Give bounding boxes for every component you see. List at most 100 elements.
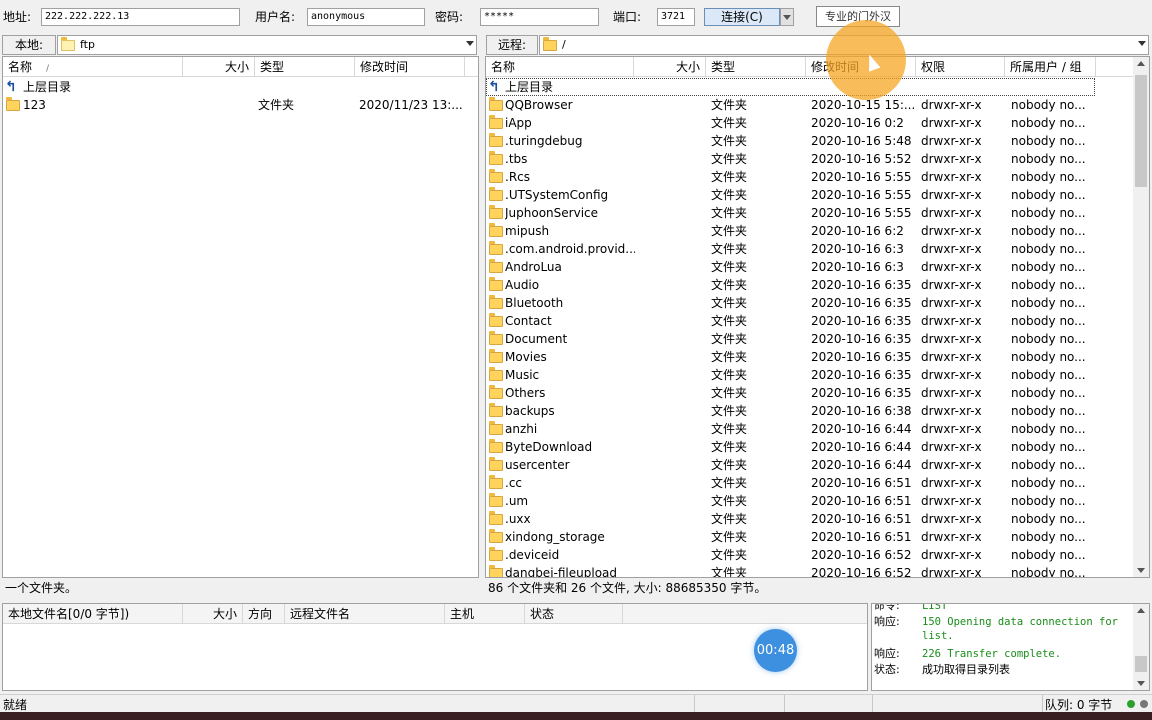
queue-col-size[interactable]: 大小 (183, 604, 243, 624)
remote-item-owner: nobody no... (1011, 260, 1086, 274)
remote-list-item[interactable]: ByteDownload 文件夹 2020-10-16 6:44 drwxr-xr-x… (486, 438, 1134, 456)
remote-list-item[interactable]: Movies 文件夹 2020-10-16 6:35 drwxr-xr-x nobody… (486, 348, 1134, 366)
remote-item-type: 文件夹 (711, 350, 748, 364)
address-input[interactable]: 222.222.222.13 (41, 8, 240, 26)
queue-col-local-file[interactable]: 本地文件名[0/0 字节]) (3, 604, 183, 624)
remote-item-modified: 2020-10-16 5:52 (811, 152, 912, 166)
remote-item-type: 文件夹 (711, 386, 748, 400)
local-col-type[interactable]: 类型 (255, 57, 355, 77)
remote-list-item[interactable]: usercenter 文件夹 2020-10-16 6:44 drwxr-xr-x no… (486, 456, 1134, 474)
remote-item-type: 文件夹 (711, 566, 748, 578)
remote-item-name: anzhi (505, 422, 538, 436)
remote-list-item[interactable]: Document 文件夹 2020-10-16 6:35 drwxr-xr-x nobo… (486, 330, 1134, 348)
remote-list-item[interactable]: dangbei-fileupload 文件夹 2020-10-16 6:52 drwx… (486, 564, 1134, 578)
remote-list-item[interactable]: .deviceid 文件夹 2020-10-16 6:52 drwxr-xr-x nob… (486, 546, 1134, 564)
log-scrollbar[interactable] (1133, 604, 1149, 690)
remote-list-item[interactable]: .UTSystemConfig 文件夹 2020-10-16 5:55 drwxr-x… (486, 186, 1134, 204)
queue-col-direction[interactable]: 方向 (243, 604, 285, 624)
remote-list-item[interactable]: backups 文件夹 2020-10-16 6:38 drwxr-xr-x nobod… (486, 402, 1134, 420)
folder-icon (489, 529, 503, 543)
remote-list-item[interactable]: Music 文件夹 2020-10-16 6:35 drwxr-xr-x nobody … (486, 366, 1134, 384)
remote-list-item[interactable]: anzhi 文件夹 2020-10-16 6:44 drwxr-xr-x nobody … (486, 420, 1134, 438)
password-input[interactable]: ***** (480, 8, 599, 26)
remote-item-permissions: drwxr-xr-x (921, 98, 982, 112)
local-item-name: 123 (23, 98, 46, 112)
remote-list-item[interactable]: .uxx 文件夹 2020-10-16 6:51 drwxr-xr-x nobody n… (486, 510, 1134, 528)
remote-item-modified: 2020-10-16 6:3 (811, 260, 904, 274)
remote-up-dir-row[interactable]: ↰ 上层目录 (486, 78, 1095, 96)
remote-list-item[interactable]: xindong_storage 文件夹 2020-10-16 6:51 drwxr-x… (486, 528, 1134, 546)
log-tag: 状态: (874, 663, 900, 676)
remote-item-owner: nobody no... (1011, 530, 1086, 544)
connect-dropdown-button[interactable] (780, 8, 794, 26)
remote-item-owner: nobody no... (1011, 224, 1086, 238)
scroll-up-icon[interactable] (1137, 61, 1145, 66)
remote-item-type: 文件夹 (711, 98, 748, 112)
remote-item-name: Music (505, 368, 540, 382)
folder-icon (6, 97, 20, 111)
log-line: 响应: 226 Transfer complete. (874, 645, 1061, 661)
remote-list-item[interactable]: .com.android.provid... 文件夹 2020-10-16 6:3 d… (486, 240, 1134, 258)
remote-scroll-thumb[interactable] (1135, 75, 1147, 187)
remote-list-item[interactable]: Others 文件夹 2020-10-16 6:35 drwxr-xr-x nobody… (486, 384, 1134, 402)
queue-col-status[interactable]: 状态 (525, 604, 623, 624)
username-input[interactable]: anonymous (307, 8, 425, 26)
folder-icon (489, 457, 503, 471)
folder-icon (543, 37, 557, 51)
remote-col-owner[interactable]: 所属用户 / 组 (1005, 57, 1096, 77)
folder-icon (489, 169, 503, 183)
local-col-modified[interactable]: 修改时间 (355, 57, 465, 77)
transfer-queue[interactable]: 本地文件名[0/0 字节]) 大小 方向 远程文件名 主机 状态 (2, 603, 868, 691)
status-cell (784, 695, 872, 713)
remote-item-owner: nobody no... (1011, 494, 1086, 508)
remote-list-item[interactable]: .turingdebug 文件夹 2020-10-16 5:48 drwxr-xr-x… (486, 132, 1134, 150)
connect-button[interactable]: 连接(C) (704, 8, 780, 26)
remote-file-list[interactable]: 名称 大小 类型 修改时间 权限 所属用户 / 组 ↰ 上层目录 QQBrows… (485, 56, 1150, 578)
remote-item-permissions: drwxr-xr-x (921, 170, 982, 184)
folder-icon (489, 187, 503, 201)
local-list-item[interactable]: 123 文件夹 2020/11/23 13:... (3, 96, 478, 114)
folder-icon (489, 367, 503, 381)
queue-col-host[interactable]: 主机 (445, 604, 525, 624)
local-col-size[interactable]: 大小 (183, 57, 255, 77)
remote-list-item[interactable]: Audio 文件夹 2020-10-16 6:35 drwxr-xr-x nobody … (486, 276, 1134, 294)
remote-item-permissions: drwxr-xr-x (921, 476, 982, 490)
port-input[interactable]: 3721 (657, 8, 695, 26)
local-col-name[interactable]: 名称 / (3, 57, 183, 77)
remote-item-modified: 2020-10-16 6:35 (811, 350, 912, 364)
remote-col-size[interactable]: 大小 (634, 57, 706, 77)
remote-col-permissions[interactable]: 权限 (916, 57, 1005, 77)
remote-item-modified: 2020-10-16 6:3 (811, 242, 904, 256)
scroll-up-icon[interactable] (1137, 608, 1145, 613)
folder-icon (489, 331, 503, 345)
local-up-dir-row[interactable]: ↰ 上层目录 (3, 78, 478, 96)
remote-list-item[interactable]: AndroLua 文件夹 2020-10-16 6:3 drwxr-xr-x nobod… (486, 258, 1134, 276)
remote-list-item[interactable]: .um 文件夹 2020-10-16 6:51 drwxr-xr-x nobody no… (486, 492, 1134, 510)
queue-col-remote-file[interactable]: 远程文件名 (285, 604, 445, 624)
remote-list-item[interactable]: mipush 文件夹 2020-10-16 6:2 drwxr-xr-x nobody … (486, 222, 1134, 240)
local-list-header: 名称 / 大小 类型 修改时间 (3, 57, 478, 77)
remote-list-item[interactable]: .tbs 文件夹 2020-10-16 5:52 drwxr-xr-x nobody n… (486, 150, 1134, 168)
log-panel[interactable]: 命令: LIST 响应: 150 Opening data connection fo… (871, 603, 1150, 691)
remote-list-item[interactable]: .cc 文件夹 2020-10-16 6:51 drwxr-xr-x nobody no… (486, 474, 1134, 492)
remote-item-owner: nobody no... (1011, 458, 1086, 472)
remote-col-name[interactable]: 名称 (486, 57, 634, 77)
remote-col-type[interactable]: 类型 (706, 57, 806, 77)
scroll-down-icon[interactable] (1137, 681, 1145, 686)
remote-item-modified: 2020-10-16 6:35 (811, 332, 912, 346)
remote-list-item[interactable]: iApp 文件夹 2020-10-16 0:2 drwxr-xr-x nobody no… (486, 114, 1134, 132)
remote-list-item[interactable]: Contact 文件夹 2020-10-16 6:35 drwxr-xr-x nobod… (486, 312, 1134, 330)
remote-item-modified: 2020-10-16 5:48 (811, 134, 912, 148)
scroll-down-icon[interactable] (1137, 568, 1145, 573)
up-arrow-icon: ↰ (5, 79, 17, 95)
remote-scrollbar[interactable] (1133, 57, 1149, 577)
remote-list-item[interactable]: QQBrowser 文件夹 2020-10-15 15:... drwxr-xr-x n… (486, 96, 1134, 114)
remote-list-item[interactable]: Bluetooth 文件夹 2020-10-16 6:35 drwxr-xr-x nob… (486, 294, 1134, 312)
remote-list-item[interactable]: JuphoonService 文件夹 2020-10-16 5:55 drwxr-xr… (486, 204, 1134, 222)
local-file-list[interactable]: 名称 / 大小 类型 修改时间 ↰ 上层目录 123 文件夹 2020/11/23 1… (2, 56, 479, 578)
local-path-combo[interactable]: ftp (57, 35, 477, 55)
remote-item-owner: nobody no... (1011, 314, 1086, 328)
remote-list-item[interactable]: .Rcs 文件夹 2020-10-16 5:55 drwxr-xr-x nobody n… (486, 168, 1134, 186)
remote-item-modified: 2020-10-16 6:51 (811, 512, 912, 526)
log-scroll-thumb[interactable] (1135, 656, 1147, 672)
